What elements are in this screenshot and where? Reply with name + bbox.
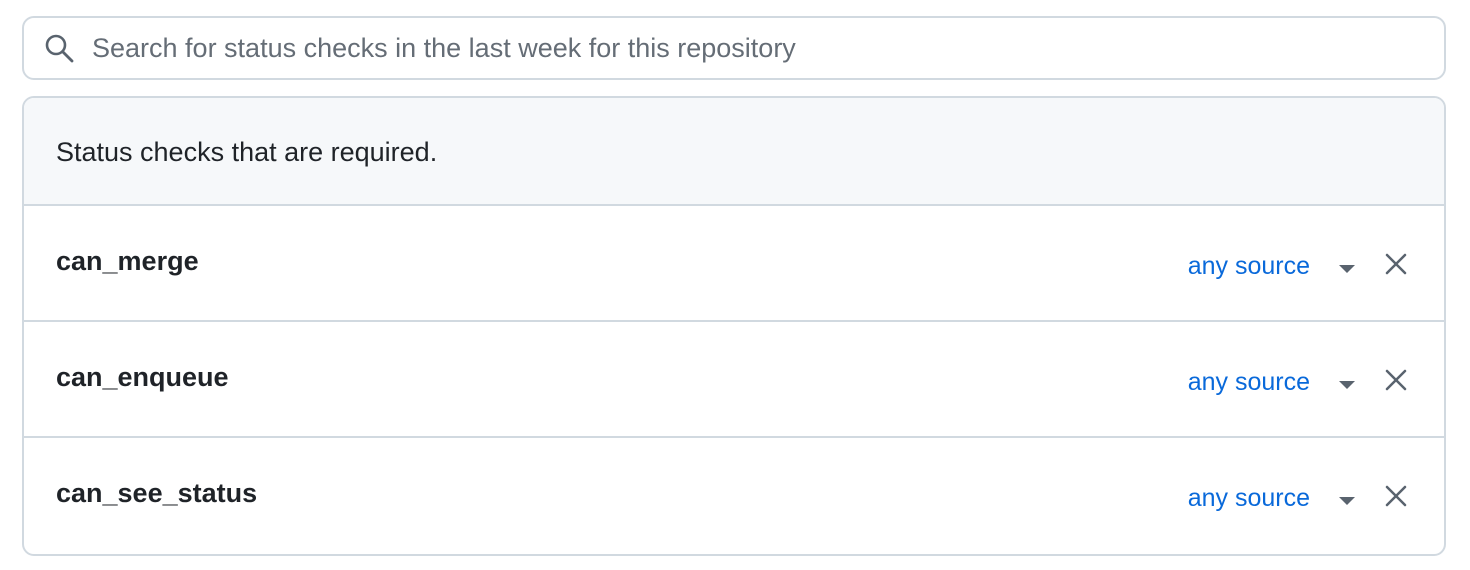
remove-status-check-button[interactable] bbox=[1382, 250, 1410, 278]
source-selector-label[interactable]: any source bbox=[1188, 481, 1310, 515]
status-check-name: can_see_status bbox=[56, 478, 258, 508]
status-check-row: can_merge any source bbox=[24, 206, 1444, 322]
panel-title: Status checks that are required. bbox=[56, 136, 438, 167]
panel-header: Status checks that are required. bbox=[24, 98, 1444, 206]
close-icon bbox=[1385, 369, 1407, 391]
status-check-name: can_merge bbox=[56, 246, 199, 276]
chevron-down-icon[interactable] bbox=[1338, 379, 1356, 391]
required-status-checks-panel: Status checks that are required. can_mer… bbox=[22, 96, 1446, 556]
search-input[interactable] bbox=[90, 27, 1394, 69]
chevron-down-icon[interactable] bbox=[1338, 495, 1356, 507]
remove-status-check-button[interactable] bbox=[1382, 482, 1410, 510]
source-selector-label[interactable]: any source bbox=[1188, 249, 1310, 283]
close-icon bbox=[1385, 485, 1407, 507]
source-selector[interactable]: any source bbox=[1188, 480, 1356, 516]
source-selector-label[interactable]: any source bbox=[1188, 365, 1310, 399]
search-icon bbox=[45, 34, 74, 63]
search-box[interactable] bbox=[22, 16, 1446, 80]
remove-status-check-button[interactable] bbox=[1382, 366, 1410, 394]
close-icon bbox=[1385, 253, 1407, 275]
source-selector[interactable]: any source bbox=[1188, 364, 1356, 400]
chevron-down-icon[interactable] bbox=[1338, 263, 1356, 275]
status-check-name: can_enqueue bbox=[56, 362, 229, 392]
status-check-row: can_see_status any source bbox=[24, 438, 1444, 554]
status-checks-page: Status checks that are required. can_mer… bbox=[0, 0, 1470, 570]
status-check-row: can_enqueue any source bbox=[24, 322, 1444, 438]
source-selector[interactable]: any source bbox=[1188, 248, 1356, 284]
